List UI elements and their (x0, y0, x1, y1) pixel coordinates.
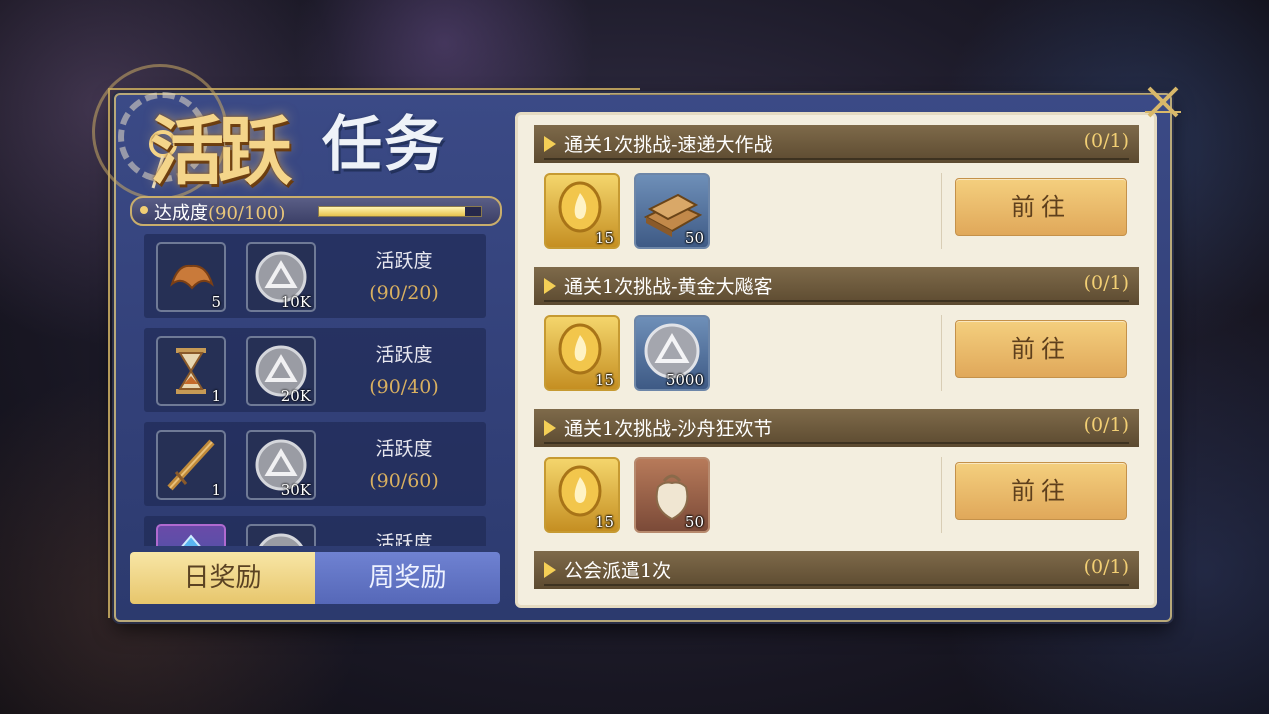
milestone-row: 活跃度 (144, 516, 486, 546)
progress-bar (318, 206, 482, 217)
milestone-row: 1 20K 活跃度 (90/40) (144, 328, 486, 412)
gold-flame-token-icon[interactable]: 15 (544, 173, 620, 249)
divider (941, 173, 942, 249)
divider (544, 158, 1129, 160)
task-list[interactable]: 通关1次挑战-速递大作战 (0/1) 15 50 前往 通关1次挑战-黄金大飚客… (515, 112, 1157, 608)
reward-count: 5000 (665, 371, 704, 389)
reward-count: 15 (594, 513, 614, 531)
silver-coin-icon[interactable]: 30K (246, 430, 316, 500)
task-progress: (0/1) (1083, 556, 1129, 578)
progress-value: (90/100) (208, 203, 286, 224)
task-body: 15 5000 前往 (534, 309, 1139, 397)
task-name: 通关1次挑战-速递大作战 (564, 134, 773, 156)
go-button[interactable]: 前往 (955, 320, 1127, 378)
coin-count: 30K (280, 481, 311, 499)
go-button[interactable]: 前往 (955, 178, 1127, 236)
title-renwu: 任务 (322, 110, 446, 180)
progress-label: 达成度 (154, 203, 208, 224)
play-triangle-icon (544, 562, 556, 578)
reward-tabs: 日奖励 周奖励 (130, 552, 500, 604)
decor-line (610, 94, 1155, 95)
silver-coin-icon[interactable]: 10K (246, 242, 316, 312)
crystal-icon[interactable] (156, 524, 226, 546)
croissant-icon[interactable]: 5 (156, 242, 226, 312)
wood-plank-icon[interactable]: 50 (634, 173, 710, 249)
progress-dot-icon (140, 206, 148, 214)
play-triangle-icon (544, 420, 556, 436)
silver-coin-icon[interactable] (246, 524, 316, 546)
divider (544, 300, 1129, 302)
milestone-value: (90/60) (369, 470, 439, 492)
milestone-row: 1 30K 活跃度 (90/60) (144, 422, 486, 506)
milestone-row: 5 10K 活跃度 (90/20) (144, 234, 486, 318)
title-huoyue: 活跃 (150, 109, 292, 195)
item-count: 1 (211, 387, 221, 405)
silver-coin-icon[interactable]: 5000 (634, 315, 710, 391)
milestone-value: (90/40) (369, 376, 439, 398)
reward-count: 50 (684, 229, 704, 247)
task-progress: (0/1) (1083, 130, 1129, 152)
gold-flame-token-icon[interactable]: 15 (544, 315, 620, 391)
milestone-list[interactable]: 5 10K 活跃度 (90/20) 1 20K 活跃度 (90/40) 1 30… (144, 234, 488, 546)
reward-count: 15 (594, 371, 614, 389)
milestone-value: (90/20) (369, 282, 439, 304)
divider (544, 442, 1129, 444)
divider (941, 315, 942, 391)
close-button[interactable] (1143, 82, 1183, 122)
task-header: 通关1次挑战-沙舟狂欢节 (0/1) (534, 409, 1139, 447)
task-body: 15 50 前往 (534, 167, 1139, 255)
hourglass-icon[interactable]: 1 (156, 336, 226, 406)
milestone-label: 活跃度 (375, 532, 433, 546)
reward-count: 15 (594, 229, 614, 247)
go-button[interactable]: 前往 (955, 462, 1127, 520)
divider (941, 457, 942, 533)
milestone-label: 活跃度 (375, 438, 433, 460)
task-header: 通关1次挑战-速递大作战 (0/1) (534, 125, 1139, 163)
play-triangle-icon (544, 278, 556, 294)
task-name: 通关1次挑战-沙舟狂欢节 (564, 418, 773, 440)
item-count: 1 (211, 481, 221, 499)
item-count: 5 (211, 293, 221, 311)
coin-count: 20K (280, 387, 311, 405)
task-progress: (0/1) (1083, 272, 1129, 294)
task-header: 公会派遣1次 (0/1) (534, 551, 1139, 589)
task-progress: (0/1) (1083, 414, 1129, 436)
progress-bar-fill (319, 207, 465, 216)
divider (544, 584, 1129, 586)
gold-flame-token-icon[interactable]: 15 (544, 457, 620, 533)
tab-weekly-reward[interactable]: 周奖励 (315, 552, 500, 604)
coin-count: 10K (280, 293, 311, 311)
silver-coin-icon[interactable]: 20K (246, 336, 316, 406)
reward-count: 50 (684, 513, 704, 531)
close-icon (1145, 86, 1181, 118)
task-name: 公会派遣1次 (564, 560, 672, 582)
syringe-icon[interactable]: 1 (156, 430, 226, 500)
cloth-sack-icon[interactable]: 50 (634, 457, 710, 533)
milestone-label: 活跃度 (375, 250, 433, 272)
task-body: 15 50 前往 (534, 451, 1139, 539)
completion-progress: 达成度(90/100) (130, 196, 502, 226)
play-triangle-icon (544, 136, 556, 152)
milestone-label: 活跃度 (375, 344, 433, 366)
task-header: 通关1次挑战-黄金大飚客 (0/1) (534, 267, 1139, 305)
tab-daily-reward[interactable]: 日奖励 (130, 552, 315, 604)
task-name: 通关1次挑战-黄金大飚客 (564, 276, 773, 298)
